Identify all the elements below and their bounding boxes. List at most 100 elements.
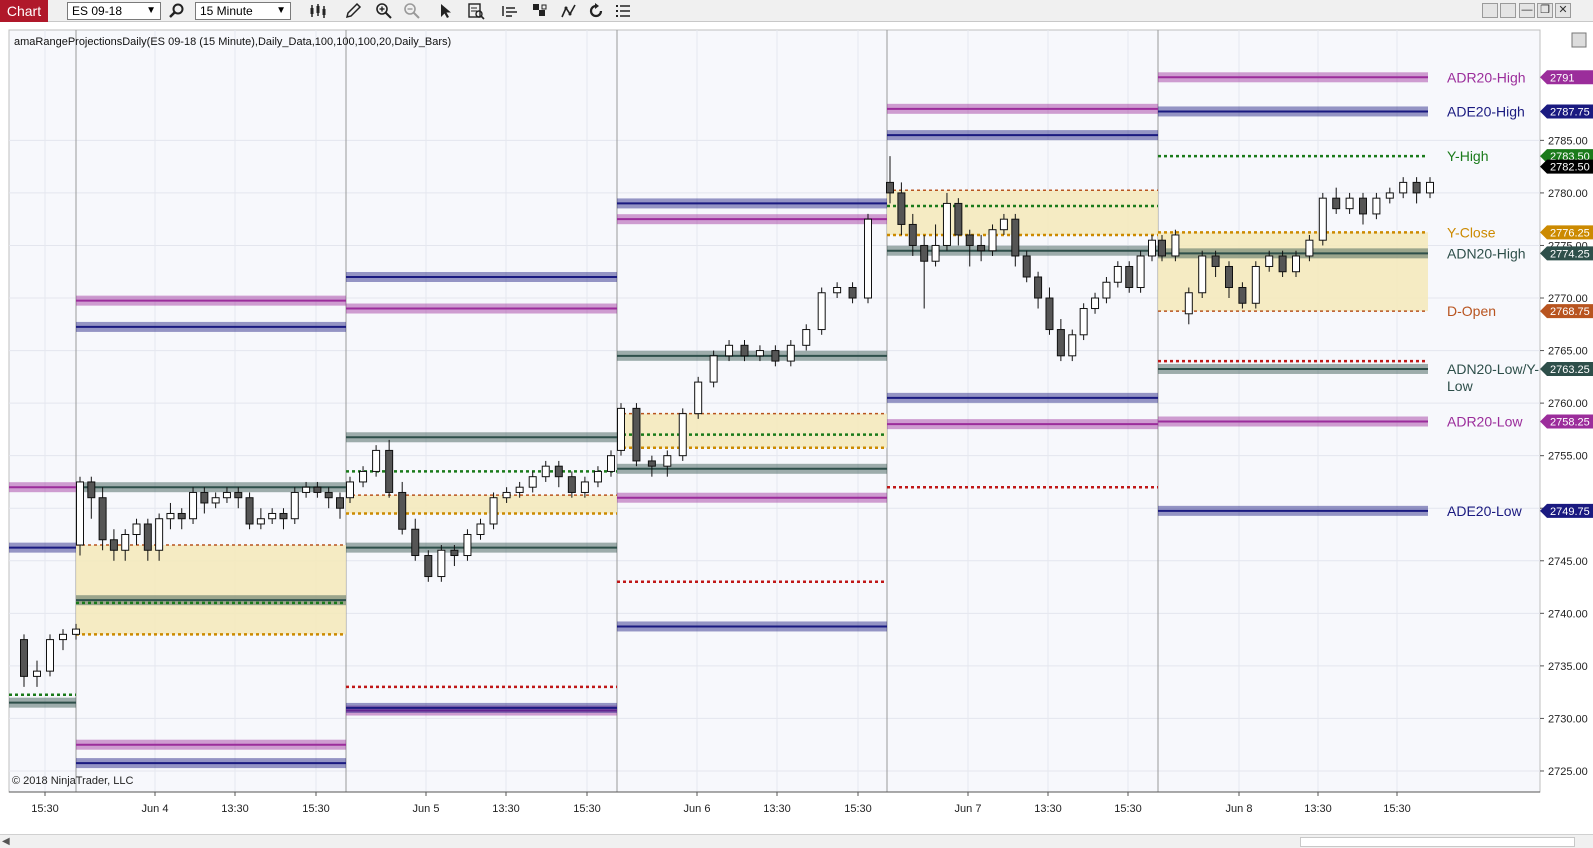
candle-down <box>647 460 656 467</box>
candle-up <box>121 533 130 551</box>
minimize-button[interactable]: — <box>1519 3 1535 18</box>
candle-up <box>1068 334 1077 357</box>
zoom-in-icon[interactable] <box>375 2 393 20</box>
candle-down <box>886 181 894 194</box>
candle-down <box>1125 265 1134 289</box>
zoom-out-icon[interactable] <box>403 2 421 20</box>
chart-tab[interactable]: Chart <box>0 0 48 22</box>
candle-down <box>313 486 322 493</box>
candle-down <box>98 497 107 541</box>
bar-type-icon[interactable] <box>309 2 327 20</box>
y-tick-label: 2730.00 <box>1548 713 1588 725</box>
close-button[interactable]: ✕ <box>1555 3 1571 18</box>
candle-up <box>1198 255 1207 294</box>
price-tag-value: 2768.75 <box>1550 306 1590 318</box>
y-tick-label: 2760.00 <box>1548 398 1588 410</box>
level-label: ADN20-Low/Y- <box>1447 361 1539 377</box>
candle-down <box>424 555 433 578</box>
candle-up <box>1265 255 1274 267</box>
candle-down <box>1158 239 1166 257</box>
x-tick-label: 13:30 <box>763 803 791 815</box>
candle-down <box>143 523 152 551</box>
candle-down <box>1056 329 1065 357</box>
reload-icon[interactable] <box>587 2 605 20</box>
scroll-thumb[interactable] <box>1300 837 1575 847</box>
candle-up <box>663 455 672 467</box>
level-label: ADE20-High <box>1447 103 1525 119</box>
candle-up <box>502 491 511 499</box>
candle-up <box>72 628 80 635</box>
candle-up <box>999 218 1008 231</box>
panel-settings-icon[interactable] <box>1571 32 1587 48</box>
price-tag-value: 2758.25 <box>1550 417 1590 429</box>
x-tick-label: Jun 5 <box>413 803 440 815</box>
indicators-icon[interactable] <box>501 2 519 20</box>
y-tick-label: 2770.00 <box>1548 293 1588 305</box>
x-tick-label: 13:30 <box>1304 803 1332 815</box>
range-zone <box>346 495 617 514</box>
restore-button[interactable]: ❐ <box>1537 3 1553 18</box>
x-tick-label: 15:30 <box>31 803 59 815</box>
strategies-icon[interactable] <box>531 2 549 20</box>
price-chart[interactable]: 2725.002730.002735.002740.002745.002750.… <box>0 22 1593 834</box>
tile-right-button[interactable] <box>1500 3 1516 18</box>
candle-up <box>302 486 311 493</box>
candle-up <box>1372 197 1381 215</box>
candle-down <box>245 497 254 525</box>
candle-up <box>942 202 951 246</box>
candle-down <box>1332 197 1341 210</box>
scroll-left-icon[interactable]: ◀ <box>2 836 10 847</box>
data-box-icon[interactable] <box>467 2 485 20</box>
candle-up <box>437 549 446 578</box>
y-tick-label: 2755.00 <box>1548 451 1588 463</box>
candle-down <box>1022 255 1031 278</box>
range-zone <box>887 190 1158 235</box>
candle-down <box>771 350 780 362</box>
candle-up <box>1292 255 1300 273</box>
search-icon[interactable] <box>168 2 186 20</box>
horizontal-scrollbar[interactable]: ◀ <box>0 834 1593 848</box>
interval-select[interactable]: 15 Minute ▼ <box>195 2 291 20</box>
candle-up <box>988 229 997 252</box>
candle-up <box>709 355 718 383</box>
candle-down <box>450 549 459 557</box>
candle-up <box>1426 181 1434 194</box>
pencil-icon[interactable] <box>344 2 362 20</box>
level-label: ADR20-Low <box>1447 414 1523 430</box>
candle-down <box>385 449 394 493</box>
candle-up <box>694 381 703 415</box>
price-tag-value: 2774.25 <box>1550 248 1590 260</box>
drawing-tools-icon[interactable] <box>560 2 578 20</box>
candle-up <box>580 481 589 493</box>
candle-up <box>46 639 54 672</box>
candle-down <box>1211 255 1220 267</box>
x-tick-label: 15:30 <box>573 803 601 815</box>
indicator-label: amaRangeProjectionsDaily(ES 09-18 (15 Mi… <box>14 36 451 48</box>
tile-left-button[interactable] <box>1482 3 1498 18</box>
x-tick-label: 15:30 <box>302 803 330 815</box>
candle-down <box>109 539 118 551</box>
candle-up <box>268 512 277 520</box>
candle-down <box>1034 276 1043 299</box>
x-tick-label: Jun 4 <box>142 803 169 815</box>
candle-down <box>234 491 243 499</box>
candle-down <box>20 639 28 677</box>
properties-icon[interactable] <box>614 2 632 20</box>
instrument-select[interactable]: ES 09-18 ▼ <box>67 2 161 20</box>
pointer-icon[interactable] <box>437 2 455 20</box>
candle-down <box>954 202 963 236</box>
y-tick-label: 2765.00 <box>1548 346 1588 358</box>
y-tick-label: 2735.00 <box>1548 661 1588 673</box>
candle-up <box>786 344 795 362</box>
candle-up <box>541 465 550 478</box>
candle-up <box>189 491 198 520</box>
candle-up <box>617 407 625 451</box>
candle-down <box>200 491 209 504</box>
candle-up <box>76 481 84 546</box>
candle-down <box>336 497 344 509</box>
candle-down <box>908 223 917 246</box>
candle-up <box>1318 197 1327 241</box>
x-tick-label: 15:30 <box>1114 803 1142 815</box>
candle-down <box>324 491 333 499</box>
candle-up <box>256 518 265 525</box>
